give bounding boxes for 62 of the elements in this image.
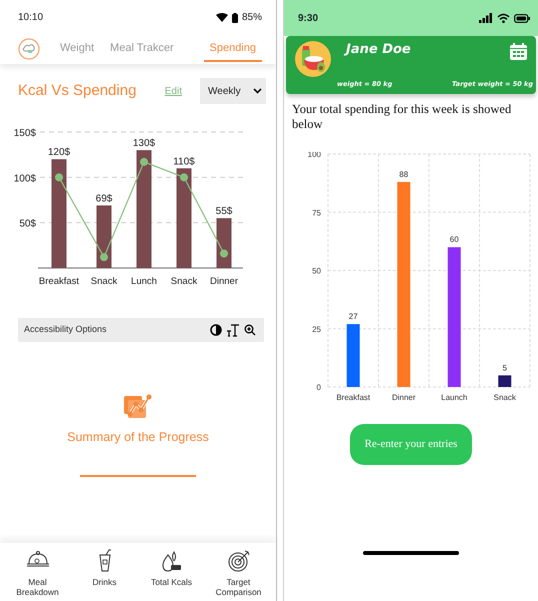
data-point <box>140 158 148 166</box>
axis-tick-label: 150$ <box>14 128 36 139</box>
axis-tick-label: 50$ <box>19 218 36 230</box>
axis-tick-label: 100$ <box>14 173 36 184</box>
bar <box>498 375 512 387</box>
food-avatar-icon <box>294 40 332 78</box>
accessibility-label: Accessibility Options <box>24 323 107 336</box>
app-logo-icon <box>18 38 40 60</box>
value-label: 27 <box>348 312 358 322</box>
category-label: Lunch <box>131 276 157 287</box>
category-label: Snack <box>90 276 118 287</box>
axis-tick-label: 50 <box>312 266 321 276</box>
clock-time: 9:30 <box>298 12 318 26</box>
period-select[interactable]: Weekly <box>200 78 266 104</box>
text-size-icon[interactable] <box>226 324 240 336</box>
chevron-down-icon <box>253 88 262 94</box>
category-label: Snack <box>170 276 198 287</box>
category-label: Breakfast <box>336 393 370 402</box>
value-label: 69$ <box>96 193 112 204</box>
value-label: 130$ <box>132 138 156 150</box>
value-label: 5 <box>502 363 507 372</box>
category-label: Snack <box>494 393 516 402</box>
intro-text: Your total spending for this week is showed below <box>291 101 512 132</box>
battery-icon <box>232 12 238 22</box>
data-point <box>220 250 228 258</box>
nav-item[interactable]: Target Comparison <box>208 549 270 601</box>
progress-chart-icon <box>122 392 154 420</box>
battery-icon <box>514 14 530 22</box>
category-label: Launch <box>441 393 468 402</box>
axis-tick-label: 25 <box>312 324 321 334</box>
user-name: Jane Doe <box>346 40 411 60</box>
axis-tick-label: 75 <box>312 208 321 218</box>
section-title: Kcal Vs Spending <box>18 80 138 101</box>
summary-title: Summary of the Progress <box>67 429 209 446</box>
wifi-icon <box>216 13 228 22</box>
data-point <box>55 173 63 182</box>
data-point <box>100 253 108 262</box>
flame-icon <box>160 549 184 573</box>
zoom-in-icon[interactable] <box>244 324 256 336</box>
signal-icon <box>479 13 493 23</box>
nav-item[interactable]: Total Kcals <box>140 549 202 601</box>
wifi-icon <box>497 13 510 23</box>
nav-item[interactable]: Meal Breakdown <box>6 549 68 601</box>
value-label: 110$ <box>173 156 195 168</box>
bar <box>216 218 232 268</box>
bar <box>346 324 360 387</box>
calendar-icon[interactable] <box>510 43 527 60</box>
nav-item[interactable]: Drinks <box>74 549 136 601</box>
data-point <box>180 173 188 182</box>
category-label: Breakfast <box>38 276 80 287</box>
value-label: 120$ <box>48 147 70 158</box>
battery-level: 85% <box>242 11 262 25</box>
value-label: 88 <box>399 170 408 179</box>
category-label: Dinner <box>392 393 416 402</box>
clock-time: 10:10 <box>18 11 44 25</box>
target-icon <box>226 549 250 573</box>
value-label: 55$ <box>216 206 232 218</box>
bar <box>96 205 112 268</box>
value-label: 60 <box>450 235 459 244</box>
contrast-icon[interactable] <box>210 324 222 336</box>
axis-tick-label: 0 <box>316 383 321 392</box>
category-label: Dinner <box>210 276 238 287</box>
